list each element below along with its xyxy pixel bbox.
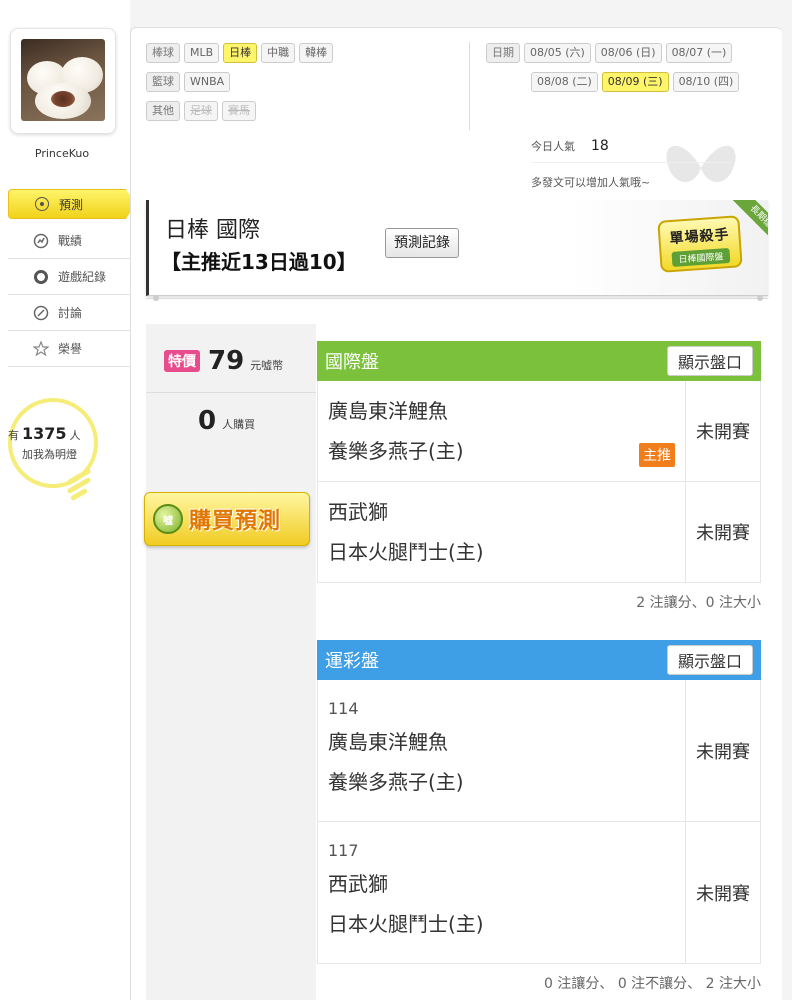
category-cpbl[interactable]: 中職 <box>261 43 296 63</box>
category-horse: 賽馬 <box>222 101 256 121</box>
sidebar-item-discuss[interactable]: 討論 <box>8 295 130 331</box>
game-status: 未開賽 <box>696 523 750 544</box>
away-team: 西武獅 <box>328 500 388 524</box>
prediction-record-button[interactable]: 預測記錄 <box>385 228 459 258</box>
target-icon <box>34 196 50 212</box>
prediction-header: 日棒 國際 【主推近13日過10】 預測記錄 單場殺手 日棒國際盤 長期穩定 <box>146 200 768 296</box>
record-icon <box>33 269 49 285</box>
intl-odds-table: 國際盤 顯示盤口 廣島東洋鯉魚 養樂多燕子(主) 主推 未開賽 西武獅 日本火腿… <box>317 341 761 623</box>
table-summary: 2 注讓分、0 注大小 <box>636 595 761 611</box>
sidebar-nav: 預測 戰績 遊戲紀錄 討論 榮譽 <box>8 189 136 367</box>
game-status: 未開賽 <box>696 422 750 443</box>
game-row: 廣島東洋鯉魚 養樂多燕子(主) 主推 未開賽 <box>317 381 761 482</box>
date-row-1: 日期 08/05 (六) 08/06 (日) 08/07 (一) <box>486 43 733 63</box>
sidebar-item-label: 遊戲紀錄 <box>58 270 107 284</box>
username[interactable]: PrinceKuo <box>0 147 124 160</box>
sidebar-item-label: 討論 <box>58 306 83 320</box>
date-label: 日期 <box>486 43 520 63</box>
date-row-2: 08/08 (二) 08/09 (三) 08/10 (四) <box>486 72 740 92</box>
avatar-image <box>21 39 105 121</box>
category-row-baseball: 棒球 MLB 日棒 中職 韓棒 <box>146 43 334 63</box>
sidebar-item-record[interactable]: 戰績 <box>8 223 130 259</box>
sidebar-item-predict[interactable]: 預測 <box>8 189 136 219</box>
avatar[interactable] <box>10 28 116 134</box>
away-team: 西武獅 <box>328 872 388 896</box>
claim-text: 【主推近13日過10】 <box>161 250 357 274</box>
killer-badge: 單場殺手 日棒國際盤 <box>657 215 743 273</box>
page-title: 日棒 國際 <box>165 218 260 243</box>
date-0807[interactable]: 08/07 (一) <box>665 43 733 63</box>
show-odds-button[interactable]: 顯示盤口 <box>666 346 753 376</box>
sidebar-item-honor[interactable]: 榮譽 <box>8 331 130 367</box>
game-row: 西武獅 日本火腿鬥士(主) 未開賽 <box>317 482 761 583</box>
game-row: 114 廣島東洋鯉魚 養樂多燕子(主) 未開賽 <box>317 680 761 822</box>
category-label: 其他 <box>146 101 180 121</box>
table-title: 運彩盤 <box>325 651 379 672</box>
sidebar-item-game-log[interactable]: 遊戲紀錄 <box>8 259 130 295</box>
table-summary: 0 注讓分、 0 注不讓分、 2 注大小 <box>544 976 761 992</box>
category-row-basketball: 籃球 WNBA <box>146 72 231 92</box>
sidebar-item-label: 戰績 <box>58 234 83 248</box>
coin-icon: 噓 <box>153 504 183 534</box>
buy-prediction-button[interactable]: 噓 購買預測 <box>144 492 310 546</box>
date-0806[interactable]: 08/06 (日) <box>594 43 662 63</box>
lamp-count: 有 1375 人 <box>8 424 81 443</box>
popularity: 今日人氣 18 <box>531 138 609 154</box>
price-value: 79 <box>208 346 245 376</box>
price-unit: 元噓幣 <box>250 359 284 372</box>
sidebar-item-label: 預測 <box>59 197 84 212</box>
divider <box>469 42 470 130</box>
table-header: 國際盤 顯示盤口 <box>317 341 761 381</box>
table-title: 國際盤 <box>325 352 379 373</box>
category-soccer: 足球 <box>184 101 218 121</box>
chart-icon <box>33 233 49 249</box>
home-team: 日本火腿鬥士(主) <box>328 540 484 564</box>
game-number: 114 <box>328 699 359 718</box>
game-number: 117 <box>328 841 359 860</box>
game-row: 117 西武獅 日本火腿鬥士(主) 未開賽 <box>317 822 761 964</box>
purchase-panel: 特價 79 元噓幣 0 人購買 噓 購買預測 <box>144 324 316 1000</box>
home-team: 養樂多燕子(主) <box>328 770 464 794</box>
sidebar: PrinceKuo 預測 戰績 遊戲紀錄 討論 榮譽 有 1375 人 加我為明… <box>0 0 136 1000</box>
category-wnba[interactable]: WNBA <box>184 72 231 92</box>
away-team: 廣島東洋鯉魚 <box>328 730 448 754</box>
medal-icon <box>33 340 49 357</box>
home-team: 日本火腿鬥士(主) <box>328 912 484 936</box>
category-kbo[interactable]: 韓棒 <box>299 43 334 63</box>
popularity-value: 18 <box>591 138 609 154</box>
table-header: 運彩盤 顯示盤口 <box>317 640 761 680</box>
buy-button-label: 購買預測 <box>189 509 282 534</box>
popularity-hint: 多發文可以增加人氣哦~ <box>531 176 651 189</box>
date-0808[interactable]: 08/08 (二) <box>531 72 598 92</box>
game-status: 未開賽 <box>696 741 750 763</box>
discussion-icon <box>33 305 49 321</box>
category-mlb[interactable]: MLB <box>184 43 220 63</box>
lamp-cta[interactable]: 加我為明燈 <box>22 446 77 462</box>
buyer-count: 0 人購買 <box>198 406 256 436</box>
date-0805[interactable]: 08/05 (六) <box>524 43 591 63</box>
sale-badge: 特價 <box>164 350 200 372</box>
main-panel: 棒球 MLB 日棒 中職 韓棒 籃球 WNBA 其他 足球 賽馬 日期 08/0… <box>130 27 782 1000</box>
away-team: 廣島東洋鯉魚 <box>328 399 448 423</box>
game-status: 未開賽 <box>696 883 750 905</box>
show-odds-button[interactable]: 顯示盤口 <box>666 645 753 675</box>
sidebar-item-label: 榮譽 <box>58 342 83 356</box>
date-0810[interactable]: 08/10 (四) <box>672 72 740 92</box>
category-row-other: 其他 足球 賽馬 <box>146 101 256 121</box>
lottery-odds-table: 運彩盤 顯示盤口 114 廣島東洋鯉魚 養樂多燕子(主) 未開賽 117 西武獅… <box>317 640 761 1000</box>
category-npb[interactable]: 日棒 <box>223 43 258 63</box>
category-label: 棒球 <box>146 43 180 63</box>
butterfly-icon <box>666 145 736 183</box>
date-0809[interactable]: 08/09 (三) <box>601 72 669 92</box>
category-label: 籃球 <box>146 72 180 92</box>
featured-badge: 主推 <box>639 443 675 467</box>
home-team: 養樂多燕子(主) <box>328 439 464 463</box>
